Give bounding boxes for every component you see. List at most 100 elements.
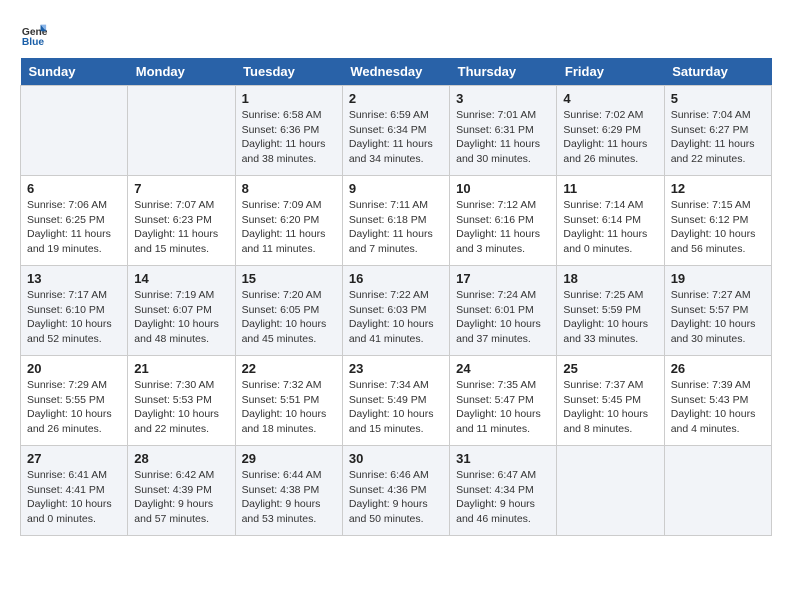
calendar-cell: 8 Sunrise: 7:09 AM Sunset: 6:20 PM Daylig… (235, 176, 342, 266)
day-info: Sunrise: 7:22 AM Sunset: 6:03 PM Dayligh… (349, 288, 443, 347)
day-info: Sunrise: 7:15 AM Sunset: 6:12 PM Dayligh… (671, 198, 765, 257)
page-header: General Blue (20, 20, 772, 48)
day-header-tuesday: Tuesday (235, 58, 342, 86)
calendar-cell: 29 Sunrise: 6:44 AM Sunset: 4:38 PM Dayli… (235, 446, 342, 536)
day-header-friday: Friday (557, 58, 664, 86)
day-number: 9 (349, 181, 443, 196)
day-info: Sunrise: 7:14 AM Sunset: 6:14 PM Dayligh… (563, 198, 657, 257)
day-number: 17 (456, 271, 550, 286)
day-number: 12 (671, 181, 765, 196)
day-number: 22 (242, 361, 336, 376)
logo-icon: General Blue (20, 20, 48, 48)
day-info: Sunrise: 7:24 AM Sunset: 6:01 PM Dayligh… (456, 288, 550, 347)
day-number: 11 (563, 181, 657, 196)
day-info: Sunrise: 6:58 AM Sunset: 6:36 PM Dayligh… (242, 108, 336, 167)
day-number: 4 (563, 91, 657, 106)
day-info: Sunrise: 6:46 AM Sunset: 4:36 PM Dayligh… (349, 468, 443, 527)
calendar-cell: 18 Sunrise: 7:25 AM Sunset: 5:59 PM Dayli… (557, 266, 664, 356)
calendar-cell: 7 Sunrise: 7:07 AM Sunset: 6:23 PM Daylig… (128, 176, 235, 266)
day-number: 26 (671, 361, 765, 376)
day-info: Sunrise: 6:47 AM Sunset: 4:34 PM Dayligh… (456, 468, 550, 527)
day-info: Sunrise: 6:41 AM Sunset: 4:41 PM Dayligh… (27, 468, 121, 527)
day-info: Sunrise: 7:07 AM Sunset: 6:23 PM Dayligh… (134, 198, 228, 257)
calendar-cell: 19Sunrise: 7:27 AM Sunset: 5:57 PM Dayli… (664, 266, 771, 356)
day-header-sunday: Sunday (21, 58, 128, 86)
day-info: Sunrise: 7:34 AM Sunset: 5:49 PM Dayligh… (349, 378, 443, 437)
day-number: 18 (563, 271, 657, 286)
day-header-saturday: Saturday (664, 58, 771, 86)
day-number: 5 (671, 91, 765, 106)
day-info: Sunrise: 7:17 AM Sunset: 6:10 PM Dayligh… (27, 288, 121, 347)
calendar-cell: 15 Sunrise: 7:20 AM Sunset: 6:05 PM Dayli… (235, 266, 342, 356)
calendar-cell: 21 Sunrise: 7:30 AM Sunset: 5:53 PM Dayli… (128, 356, 235, 446)
week-row-4: 20 Sunrise: 7:29 AM Sunset: 5:55 PM Dayli… (21, 356, 772, 446)
calendar-cell: 26 Sunrise: 7:39 AM Sunset: 5:43 PM Dayli… (664, 356, 771, 446)
calendar-cell: 20 Sunrise: 7:29 AM Sunset: 5:55 PM Dayli… (21, 356, 128, 446)
day-number: 24 (456, 361, 550, 376)
day-number: 30 (349, 451, 443, 466)
calendar-cell: 10 Sunrise: 7:12 AM Sunset: 6:16 PM Dayli… (450, 176, 557, 266)
calendar-cell: 25Sunrise: 7:37 AM Sunset: 5:45 PM Dayli… (557, 356, 664, 446)
day-header-monday: Monday (128, 58, 235, 86)
day-number: 7 (134, 181, 228, 196)
day-info: Sunrise: 7:12 AM Sunset: 6:16 PM Dayligh… (456, 198, 550, 257)
calendar-cell (664, 446, 771, 536)
day-number: 3 (456, 91, 550, 106)
calendar-cell (557, 446, 664, 536)
day-info: Sunrise: 7:09 AM Sunset: 6:20 PM Dayligh… (242, 198, 336, 257)
day-number: 29 (242, 451, 336, 466)
day-number: 6 (27, 181, 121, 196)
calendar-cell: 30 Sunrise: 6:46 AM Sunset: 4:36 PM Dayli… (342, 446, 449, 536)
day-number: 19 (671, 271, 765, 286)
calendar-cell: 27Sunrise: 6:41 AM Sunset: 4:41 PM Dayli… (21, 446, 128, 536)
calendar-cell: 23 Sunrise: 7:34 AM Sunset: 5:49 PM Dayli… (342, 356, 449, 446)
calendar-cell: 3 Sunrise: 7:01 AM Sunset: 6:31 PM Daylig… (450, 86, 557, 176)
day-number: 25 (563, 361, 657, 376)
day-info: Sunrise: 6:59 AM Sunset: 6:34 PM Dayligh… (349, 108, 443, 167)
day-number: 8 (242, 181, 336, 196)
calendar-cell: 24Sunrise: 7:35 AM Sunset: 5:47 PM Dayli… (450, 356, 557, 446)
day-info: Sunrise: 7:32 AM Sunset: 5:51 PM Dayligh… (242, 378, 336, 437)
calendar-cell: 17 Sunrise: 7:24 AM Sunset: 6:01 PM Dayli… (450, 266, 557, 356)
day-info: Sunrise: 7:11 AM Sunset: 6:18 PM Dayligh… (349, 198, 443, 257)
calendar-table: SundayMondayTuesdayWednesdayThursdayFrid… (20, 58, 772, 536)
day-info: Sunrise: 7:25 AM Sunset: 5:59 PM Dayligh… (563, 288, 657, 347)
day-number: 10 (456, 181, 550, 196)
logo: General Blue (20, 20, 52, 48)
day-number: 2 (349, 91, 443, 106)
day-info: Sunrise: 7:06 AM Sunset: 6:25 PM Dayligh… (27, 198, 121, 257)
day-info: Sunrise: 7:39 AM Sunset: 5:43 PM Dayligh… (671, 378, 765, 437)
day-info: Sunrise: 7:19 AM Sunset: 6:07 PM Dayligh… (134, 288, 228, 347)
day-number: 23 (349, 361, 443, 376)
day-info: Sunrise: 7:29 AM Sunset: 5:55 PM Dayligh… (27, 378, 121, 437)
calendar-cell: 1 Sunrise: 6:58 AM Sunset: 6:36 PM Daylig… (235, 86, 342, 176)
calendar-cell: 2 Sunrise: 6:59 AM Sunset: 6:34 PM Daylig… (342, 86, 449, 176)
calendar-cell (21, 86, 128, 176)
calendar-cell: 5 Sunrise: 7:04 AM Sunset: 6:27 PM Daylig… (664, 86, 771, 176)
calendar-cell: 11 Sunrise: 7:14 AM Sunset: 6:14 PM Dayli… (557, 176, 664, 266)
day-number: 21 (134, 361, 228, 376)
day-number: 16 (349, 271, 443, 286)
week-row-2: 6 Sunrise: 7:06 AM Sunset: 6:25 PM Daylig… (21, 176, 772, 266)
day-info: Sunrise: 7:20 AM Sunset: 6:05 PM Dayligh… (242, 288, 336, 347)
day-info: Sunrise: 7:01 AM Sunset: 6:31 PM Dayligh… (456, 108, 550, 167)
day-header-wednesday: Wednesday (342, 58, 449, 86)
week-row-1: 1 Sunrise: 6:58 AM Sunset: 6:36 PM Daylig… (21, 86, 772, 176)
calendar-cell: 28 Sunrise: 6:42 AM Sunset: 4:39 PM Dayli… (128, 446, 235, 536)
day-number: 15 (242, 271, 336, 286)
calendar-cell: 9 Sunrise: 7:11 AM Sunset: 6:18 PM Daylig… (342, 176, 449, 266)
day-info: Sunrise: 7:02 AM Sunset: 6:29 PM Dayligh… (563, 108, 657, 167)
day-number: 31 (456, 451, 550, 466)
calendar-cell: 22 Sunrise: 7:32 AM Sunset: 5:51 PM Dayli… (235, 356, 342, 446)
day-number: 28 (134, 451, 228, 466)
day-info: Sunrise: 7:04 AM Sunset: 6:27 PM Dayligh… (671, 108, 765, 167)
calendar-cell: 16 Sunrise: 7:22 AM Sunset: 6:03 PM Dayli… (342, 266, 449, 356)
day-info: Sunrise: 6:44 AM Sunset: 4:38 PM Dayligh… (242, 468, 336, 527)
day-number: 20 (27, 361, 121, 376)
calendar-cell: 13 Sunrise: 7:17 AM Sunset: 6:10 PM Dayli… (21, 266, 128, 356)
day-number: 13 (27, 271, 121, 286)
day-info: Sunrise: 7:30 AM Sunset: 5:53 PM Dayligh… (134, 378, 228, 437)
day-number: 1 (242, 91, 336, 106)
day-info: Sunrise: 6:42 AM Sunset: 4:39 PM Dayligh… (134, 468, 228, 527)
day-header-row: SundayMondayTuesdayWednesdayThursdayFrid… (21, 58, 772, 86)
